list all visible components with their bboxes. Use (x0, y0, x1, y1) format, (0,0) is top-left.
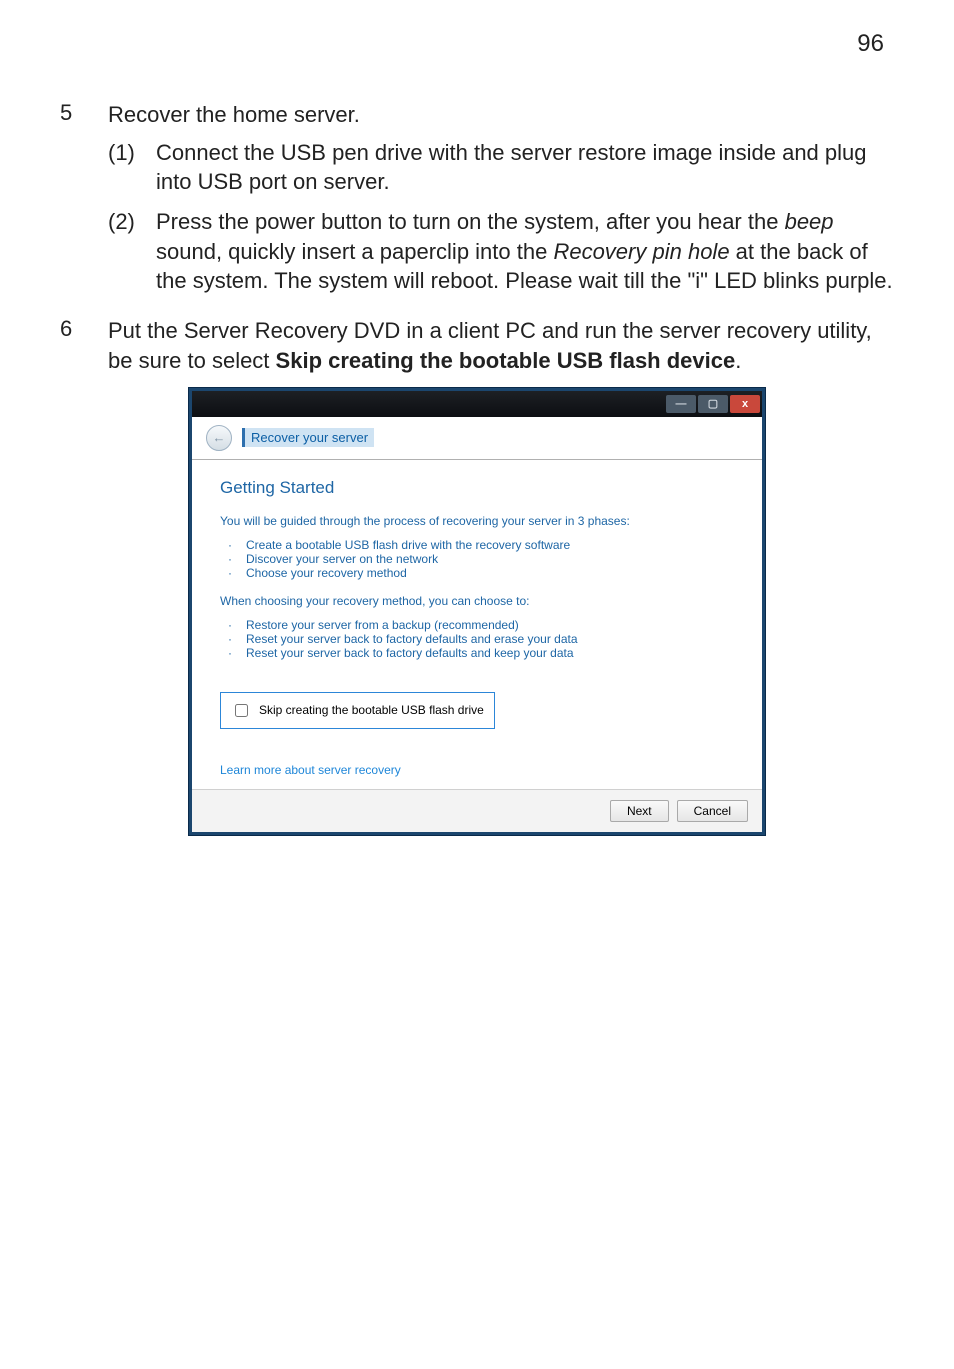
substep-text: Connect the USB pen drive with the serve… (156, 138, 894, 197)
page-number: 96 (857, 30, 884, 58)
maximize-button[interactable]: ▢ (698, 395, 728, 413)
list-item: Create a bootable USB flash drive with t… (246, 538, 734, 552)
section-title: Getting Started (220, 478, 734, 498)
list-item: Discover your server on the network (246, 552, 734, 566)
phases-intro: You will be guided through the process o… (220, 514, 734, 528)
list-item: Restore your server from a backup (recom… (246, 618, 734, 632)
step-6: 6 Put the Server Recovery DVD in a clien… (60, 316, 894, 375)
back-button[interactable]: ← (206, 425, 232, 451)
learn-more-link[interactable]: Learn more about server recovery (220, 763, 734, 777)
substep-5-1: (1) Connect the USB pen drive with the s… (108, 138, 894, 197)
skip-label: Skip creating the bootable USB flash dri… (259, 703, 484, 717)
wizard-window: — ▢ x ← Recover your server Getting Star… (189, 388, 765, 835)
step-lead: Recover the home server. (108, 100, 894, 130)
window-titlebar: — ▢ x (192, 391, 762, 417)
wizard-footer: Next Cancel (192, 789, 762, 832)
wizard-title: Recover your server (242, 428, 374, 447)
cancel-button[interactable]: Cancel (677, 800, 748, 822)
wizard-header: ← Recover your server (192, 417, 762, 460)
next-button[interactable]: Next (610, 800, 669, 822)
list-item: Reset your server back to factory defaul… (246, 646, 734, 660)
arrow-left-icon: ← (213, 430, 226, 445)
step-text: Put the Server Recovery DVD in a client … (108, 316, 894, 375)
choices-intro: When choosing your recovery method, you … (220, 594, 734, 608)
document-body: 5 Recover the home server. (1) Connect t… (60, 100, 894, 835)
skip-checkbox-group: Skip creating the bootable USB flash dri… (220, 692, 495, 729)
substep-number: (2) (108, 207, 142, 296)
wizard-body: Getting Started You will be guided throu… (192, 460, 762, 789)
minimize-button[interactable]: — (666, 395, 696, 413)
list-item: Choose your recovery method (246, 566, 734, 580)
step-5: 5 Recover the home server. (1) Connect t… (60, 100, 894, 306)
step-number: 6 (60, 316, 80, 375)
substep-text: Press the power button to turn on the sy… (156, 207, 894, 296)
choices-list: Restore your server from a backup (recom… (220, 618, 734, 660)
substep-number: (1) (108, 138, 142, 197)
list-item: Reset your server back to factory defaul… (246, 632, 734, 646)
step-number: 5 (60, 100, 80, 306)
close-button[interactable]: x (730, 395, 760, 413)
skip-checkbox[interactable] (235, 704, 248, 717)
phases-list: Create a bootable USB flash drive with t… (220, 538, 734, 580)
substep-5-2: (2) Press the power button to turn on th… (108, 207, 894, 296)
